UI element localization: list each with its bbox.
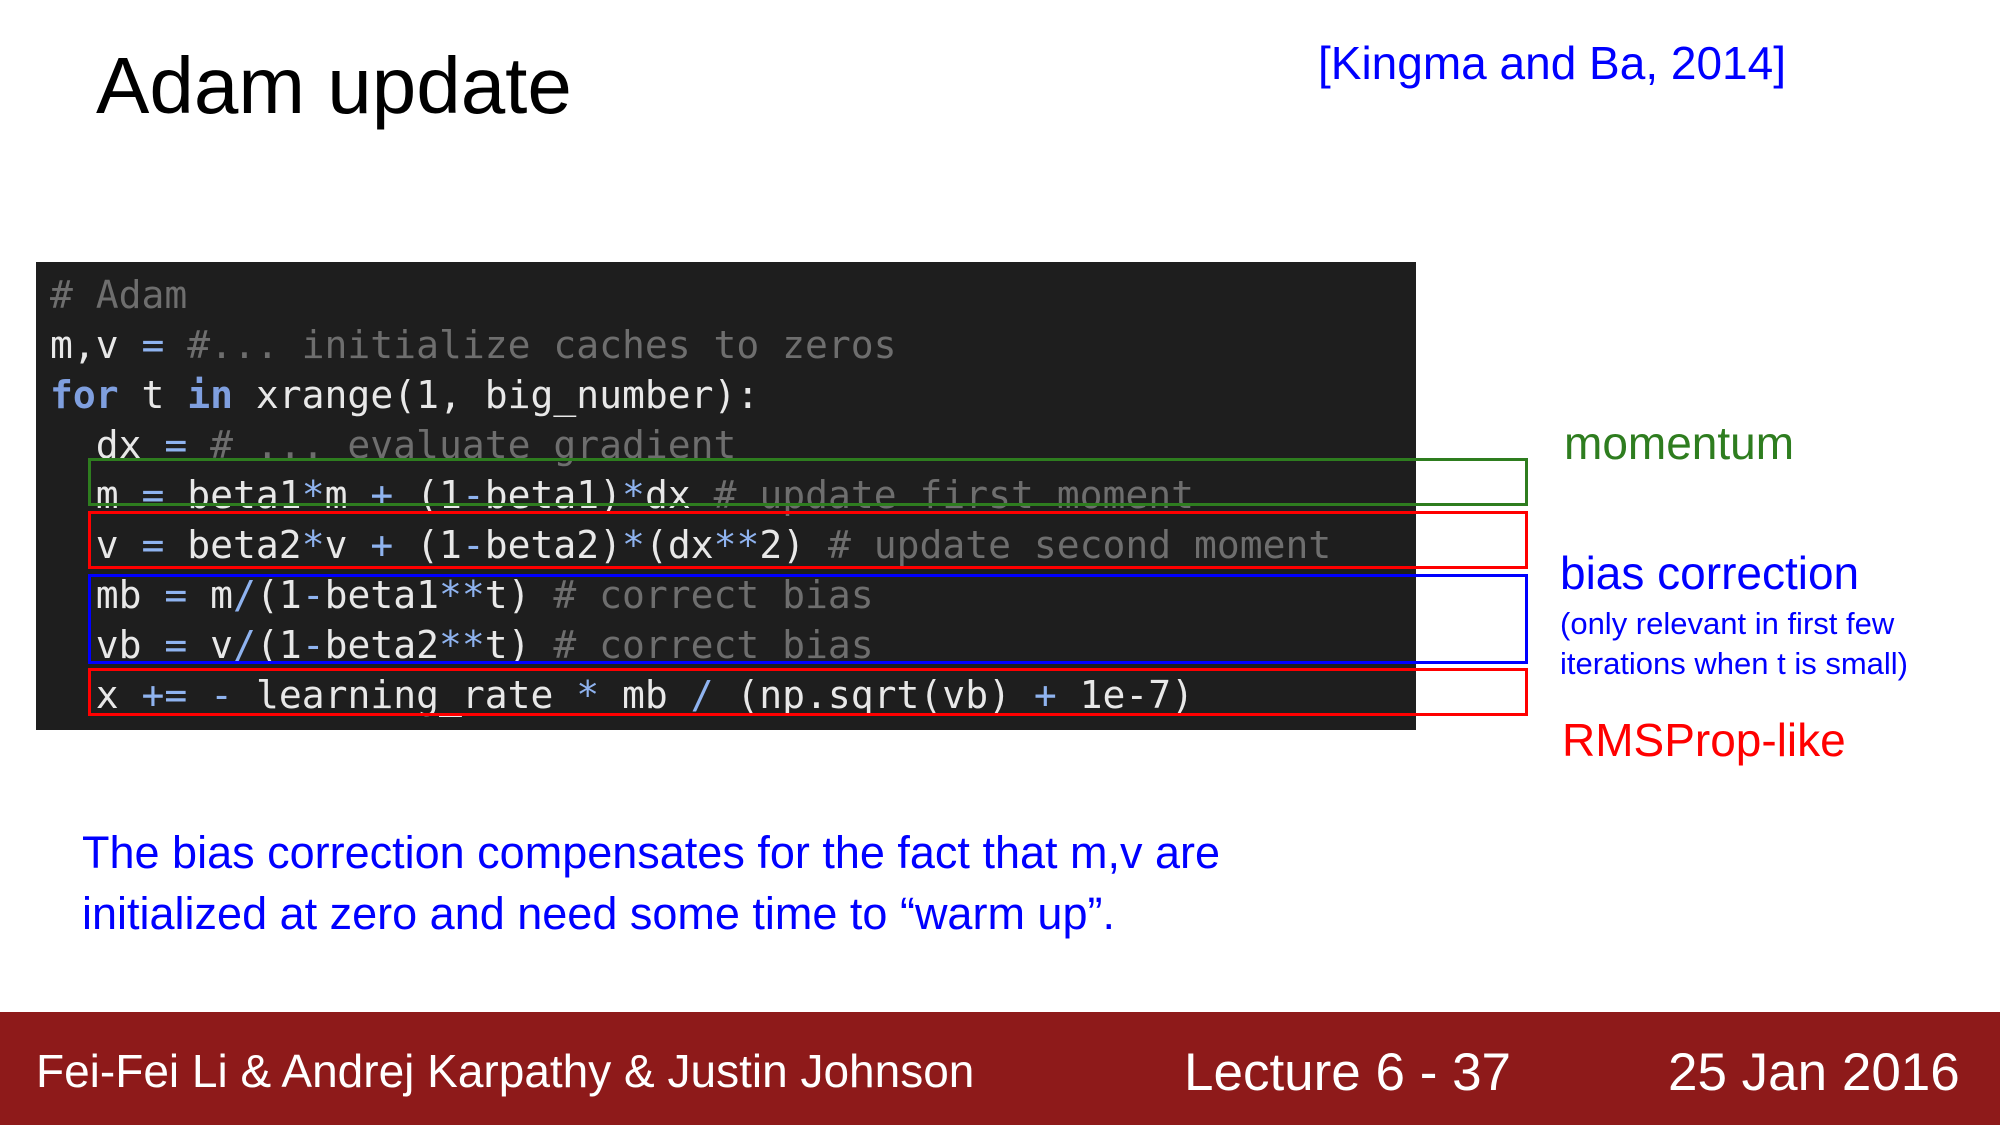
second-moment-highlight-box — [88, 511, 1528, 569]
code-token: t — [118, 373, 188, 417]
slide: Adam update [Kingma and Ba, 2014] # Adam… — [0, 0, 2000, 1125]
bias-correction-highlight-box — [88, 574, 1528, 664]
bias-note-line: (only relevant in first few — [1560, 606, 1895, 641]
rmsprop-highlight-box — [88, 668, 1528, 716]
momentum-label: momentum — [1564, 417, 1795, 469]
code-token: #... initialize caches to zeros — [164, 323, 897, 367]
code-token: in — [187, 373, 234, 417]
bias-note-line: iterations when t is small) — [1560, 646, 1909, 681]
footer-authors: Fei-Fei Li & Andrej Karpathy & Justin Jo… — [36, 1045, 975, 1097]
code-token: = — [141, 323, 165, 367]
footer-bar: Fei-Fei Li & Andrej Karpathy & Justin Jo… — [0, 1012, 2000, 1125]
code-token: # Adam — [50, 273, 188, 317]
explanation-line: The bias correction compensates for the … — [82, 827, 1221, 878]
code-line: for t in xrange(1, big_number): — [50, 370, 759, 420]
slide-title: Adam update — [96, 41, 572, 130]
bias-correction-note: (only relevant in first few iterations w… — [1560, 604, 1908, 684]
citation: [Kingma and Ba, 2014] — [1318, 37, 1786, 89]
code-token: for — [50, 373, 119, 417]
code-line: m,v = #... initialize caches to zeros — [50, 320, 897, 370]
momentum-highlight-box — [88, 458, 1528, 506]
footer-date: 25 Jan 2016 — [1668, 1043, 1960, 1102]
code-line: # Adam — [50, 270, 187, 320]
rmsprop-label: RMSProp-like — [1562, 714, 1846, 766]
footer-lecture-number: Lecture 6 - 37 — [1184, 1043, 1512, 1102]
bias-explanation-text: The bias correction compensates for the … — [82, 822, 1482, 944]
code-token: xrange(1, big_number): — [233, 373, 760, 417]
bias-correction-label: bias correction — [1560, 547, 1860, 599]
code-token: m,v — [50, 323, 142, 367]
explanation-line: initialized at zero and need some time t… — [82, 888, 1115, 939]
